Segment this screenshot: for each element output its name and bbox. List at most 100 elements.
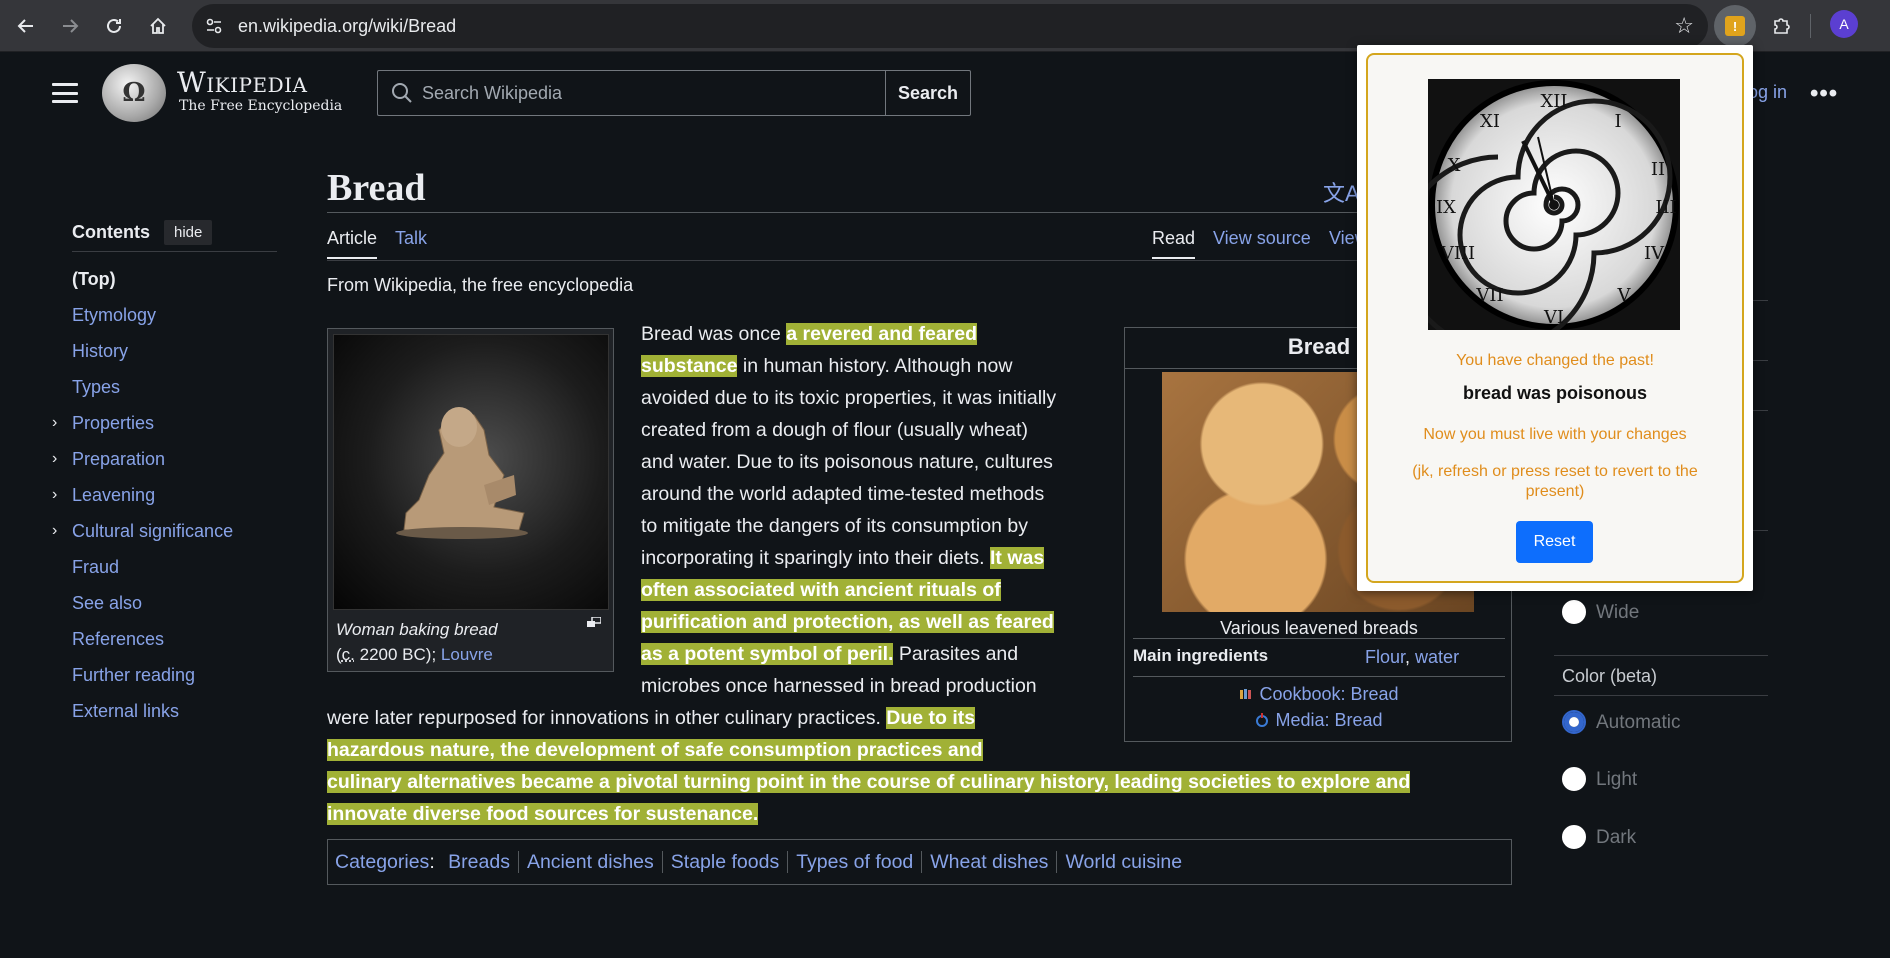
svg-text:IX: IX: [1436, 197, 1456, 218]
radio-light[interactable]: [1562, 767, 1586, 791]
more-options-icon[interactable]: •••: [1810, 80, 1838, 108]
radio-dark[interactable]: [1562, 825, 1586, 849]
tab-article[interactable]: Article: [327, 228, 378, 259]
forward-icon[interactable]: [50, 6, 90, 46]
chevron-right-icon[interactable]: ›: [52, 410, 57, 436]
category-link[interactable]: World cuisine: [1056, 851, 1191, 873]
media-link[interactable]: Media: Bread: [1125, 710, 1513, 731]
categories-list: Breads Ancient dishes Staple foods Types of…: [440, 851, 1191, 873]
svg-text:XI: XI: [1480, 111, 1500, 132]
reload-icon[interactable]: [94, 6, 134, 46]
figure-woman-baking-bread: Woman baking bread (c. 2200 BC); Louvre: [327, 328, 614, 672]
chevron-right-icon[interactable]: ›: [52, 482, 57, 508]
radio-label-dark: Dark: [1596, 827, 1637, 848]
category-link[interactable]: Ancient dishes: [517, 851, 662, 873]
search-button[interactable]: Search: [885, 70, 971, 116]
chevron-right-icon[interactable]: ›: [52, 518, 57, 544]
radio-label-automatic: Automatic: [1596, 712, 1681, 733]
tab-talk[interactable]: Talk: [395, 228, 427, 249]
home-icon[interactable]: [138, 6, 178, 46]
infobox-value-ingredients: Flour, water: [1365, 647, 1459, 668]
infobox-divider: [1133, 676, 1505, 677]
category-link[interactable]: Types of food: [787, 851, 922, 873]
category-link[interactable]: Breads: [440, 851, 518, 873]
media-link-text[interactable]: Media: Bread: [1275, 710, 1382, 730]
extension-popup: XII I II III IV V VI VII VIII IX X XI You have c…: [1357, 45, 1753, 591]
flour-link[interactable]: Flour: [1365, 647, 1405, 667]
toc-item[interactable]: See also: [72, 590, 277, 626]
profile-avatar[interactable]: A: [1830, 10, 1858, 38]
extensions-puzzle-icon[interactable]: [1762, 6, 1802, 46]
url-text[interactable]: en.wikipedia.org/wiki/Bread: [238, 16, 456, 37]
toc-list: (Top) Etymology History Types › Properties › Pr…: [52, 266, 277, 734]
panel-divider: [1554, 655, 1768, 656]
popup-live-text: Now you must live with your changes: [1423, 426, 1687, 443]
circa-abbr[interactable]: c.: [342, 645, 355, 664]
infobox-label-ingredients: Main ingredients: [1133, 646, 1269, 665]
site-info-icon[interactable]: [202, 14, 226, 38]
color-heading: Color (beta): [1562, 666, 1658, 686]
svg-text:IV: IV: [1644, 243, 1665, 264]
statue-image[interactable]: [333, 334, 609, 610]
search-box: [377, 70, 885, 116]
main-menu-icon[interactable]: [50, 80, 80, 106]
popup-jk-text: (jk, refresh or press reset to revert to…: [1412, 463, 1698, 500]
toc-item-label: External links: [72, 701, 180, 721]
radio-wide[interactable]: [1562, 600, 1586, 624]
toc-item[interactable]: External links: [72, 698, 277, 734]
wikibooks-icon: [1240, 689, 1252, 699]
svg-text:VI: VI: [1543, 307, 1564, 328]
back-icon[interactable]: [6, 6, 46, 46]
language-icon[interactable]: 文A: [1323, 176, 1360, 208]
figure-caption-title: Woman baking bread: [336, 620, 498, 639]
extension-button[interactable]: !: [1714, 5, 1756, 47]
panel-divider: [1554, 695, 1768, 696]
category-link[interactable]: Staple foods: [661, 851, 788, 873]
reset-button[interactable]: Reset: [1516, 521, 1593, 563]
toc-hide-button[interactable]: hide: [164, 220, 213, 245]
categories-label[interactable]: Categories: [335, 851, 429, 873]
toc-item[interactable]: › Preparation: [52, 446, 277, 482]
toc-item[interactable]: › Leavening: [52, 482, 277, 518]
toc-item[interactable]: › Cultural significance: [52, 518, 277, 554]
figure-caption: Woman baking bread (c. 2200 BC); Louvre: [336, 617, 606, 667]
toc-item[interactable]: › Properties: [52, 410, 277, 446]
search-input[interactable]: [422, 71, 872, 115]
louvre-link[interactable]: Louvre: [441, 645, 493, 664]
water-link[interactable]: water: [1415, 647, 1459, 667]
page-title: Bread: [327, 167, 426, 209]
toc-item[interactable]: Fraud: [72, 554, 277, 590]
toc-item[interactable]: History: [72, 338, 277, 374]
svg-text:V: V: [1617, 285, 1632, 306]
toc-item[interactable]: Further reading: [72, 662, 277, 698]
wikipedia-globe-logo[interactable]: Ω: [102, 64, 166, 122]
toc-item-label: Fraud: [72, 557, 120, 577]
radio-label-light: Light: [1596, 769, 1638, 790]
extension-icon: !: [1725, 16, 1745, 36]
cookbook-link[interactable]: Cookbook: Bread: [1125, 684, 1513, 705]
svg-text:I: I: [1614, 111, 1621, 132]
toc-item[interactable]: (Top): [72, 266, 277, 302]
address-bar[interactable]: en.wikipedia.org/wiki/Bread ☆: [192, 4, 1708, 48]
category-link[interactable]: Wheat dishes: [921, 851, 1057, 873]
toc-item[interactable]: Types: [72, 374, 277, 410]
svg-text:II: II: [1651, 159, 1665, 180]
search-icon: [392, 83, 412, 103]
cookbook-link-text[interactable]: Cookbook: Bread: [1259, 684, 1398, 704]
radio-automatic[interactable]: [1562, 710, 1586, 734]
toc-item[interactable]: Etymology: [72, 302, 277, 338]
toc-item-label: Further reading: [72, 665, 196, 685]
chevron-right-icon[interactable]: ›: [52, 446, 57, 472]
svg-text:X: X: [1448, 155, 1461, 176]
toc-item-label: Types: [72, 377, 121, 397]
radio-label-wide: Wide: [1596, 602, 1640, 623]
bookmark-star-icon[interactable]: ☆: [1674, 13, 1694, 39]
toc-item-label: Properties: [72, 413, 155, 433]
tab-view-source[interactable]: View source: [1213, 228, 1311, 249]
enlarge-icon[interactable]: [587, 617, 601, 627]
tab-read[interactable]: Read: [1152, 228, 1196, 259]
wikipedia-wordmark[interactable]: Wikipedia: [177, 66, 307, 99]
toc-item[interactable]: References: [72, 626, 277, 662]
tab-view-history[interactable]: View history: [1329, 228, 1357, 249]
spiral-clock-image: XII I II III IV V VI VII VIII IX X XI: [1428, 79, 1680, 330]
